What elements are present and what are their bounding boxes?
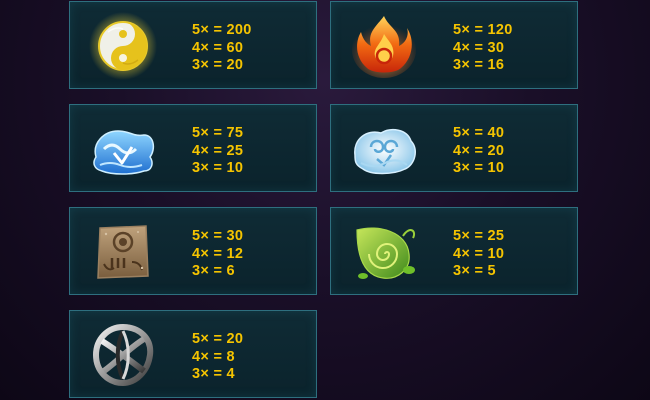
pay-list: 5× = 40 4× = 20 3× = 10	[453, 125, 504, 178]
paytable-card-earth: 5× = 30 4× = 12 3× = 6	[69, 207, 317, 295]
paytable-card-metal: 5× = 20 4× = 8 3× = 4	[69, 310, 317, 398]
pay-5x: 5× = 30	[192, 228, 244, 244]
pay-5x: 5× = 25	[453, 228, 505, 244]
pay-3x: 3× = 20	[192, 57, 244, 73]
pay-4x: 4× = 30	[453, 39, 505, 56]
pay-list: 5× = 20 4× = 8 3× = 4	[192, 331, 243, 384]
pay-list: 5× = 30 4× = 12 3× = 6	[192, 228, 243, 281]
pay-5x: 5× = 20	[192, 331, 244, 347]
pay-list: 5× = 120 4× = 30 3× = 16	[453, 22, 513, 75]
leaf-nature-icon	[349, 218, 419, 286]
pay-5x: 5× = 200	[192, 22, 252, 38]
paytable-card-water: 5× = 75 4× = 25 3× = 10	[69, 104, 317, 192]
pay-3x: 3× = 5	[453, 263, 496, 279]
paytable-card-fire: 5× = 120 4× = 30 3× = 16	[330, 1, 578, 89]
pay-5x: 5× = 75	[192, 125, 244, 141]
pay-4x: 4× = 8	[192, 348, 235, 365]
pay-list: 5× = 25 4× = 10 3× = 5	[453, 228, 504, 281]
pay-4x: 4× = 12	[192, 245, 244, 262]
pay-3x: 3× = 4	[192, 366, 235, 382]
earth-stone-icon	[88, 218, 158, 286]
air-swirl-icon	[349, 115, 419, 183]
pay-5x: 5× = 40	[453, 125, 505, 141]
paytable-card-air: 5× = 40 4× = 20 3× = 10	[330, 104, 578, 192]
paytable-card-leaf: 5× = 25 4× = 10 3× = 5	[330, 207, 578, 295]
pay-3x: 3× = 6	[192, 263, 235, 279]
fire-icon	[349, 12, 419, 80]
paytable-card-yin-yang: 5× = 200 4× = 60 3× = 20	[69, 1, 317, 89]
pay-list: 5× = 75 4× = 25 3× = 10	[192, 125, 243, 178]
pay-4x: 4× = 10	[453, 245, 505, 262]
pay-5x: 5× = 120	[453, 22, 513, 38]
pay-list: 5× = 200 4× = 60 3× = 20	[192, 22, 252, 75]
pay-4x: 4× = 25	[192, 142, 244, 159]
yin-yang-icon	[88, 12, 158, 80]
pay-3x: 3× = 16	[453, 57, 505, 73]
pay-3x: 3× = 10	[192, 160, 244, 176]
pay-3x: 3× = 10	[453, 160, 505, 176]
water-wave-icon	[88, 115, 158, 183]
metal-knot-icon	[88, 321, 158, 389]
pay-4x: 4× = 60	[192, 39, 244, 56]
pay-4x: 4× = 20	[453, 142, 505, 159]
